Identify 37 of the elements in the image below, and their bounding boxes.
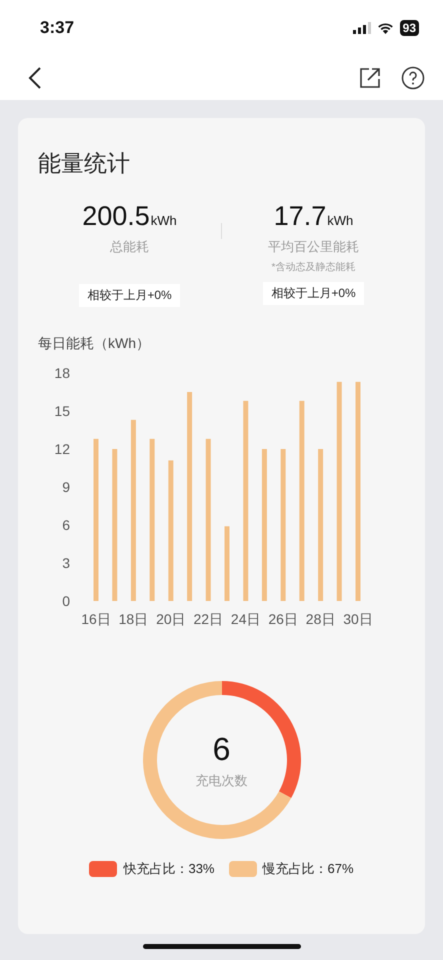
comparison-badge: 相较于上月+0%: [79, 284, 180, 307]
stat-label: 总能耗: [110, 238, 149, 256]
stat-value: 200.5kWh: [82, 201, 177, 232]
status-time: 3:37: [40, 18, 74, 38]
legend-label: 快充占比：33%: [123, 860, 214, 878]
stat-note: *含动态及静态能耗: [272, 260, 356, 274]
stat-value: 17.7 kWh: [274, 201, 354, 232]
battery-indicator: 93: [400, 20, 419, 36]
card-title: 能量统计: [38, 149, 131, 178]
x-tick-label: 24日: [230, 611, 260, 627]
chart-title: 每日能耗（kWh）: [38, 335, 151, 353]
charge-count-label: 充电次数: [196, 772, 248, 790]
help-button[interactable]: [399, 64, 427, 92]
charge-count: 6: [212, 730, 230, 768]
y-tick-label: 3: [62, 555, 70, 571]
y-tick-label: 15: [54, 403, 70, 419]
y-tick-label: 12: [54, 441, 70, 457]
x-tick-label: 18日: [118, 611, 148, 627]
comparison-badge: 相较于上月+0%: [263, 282, 364, 305]
stat-label: 平均百公里能耗: [268, 238, 359, 256]
help-icon: [401, 66, 425, 90]
y-tick-label: 0: [62, 593, 70, 609]
x-tick-label: 30日: [343, 611, 373, 627]
x-tick-label: 26日: [268, 611, 298, 627]
wifi-icon: [376, 22, 394, 34]
legend-label: 慢充占比：67%: [262, 860, 354, 878]
y-tick-label: 9: [62, 479, 70, 495]
share-icon: [359, 67, 381, 89]
x-tick-label: 16日: [81, 611, 111, 627]
back-icon: [28, 67, 42, 89]
signal-icon: [352, 22, 371, 34]
x-tick-label: 28日: [306, 611, 336, 627]
x-tick-label: 20日: [156, 611, 186, 627]
x-tick-label: 22日: [194, 611, 224, 627]
y-tick-label: 18: [54, 365, 70, 381]
share-button[interactable]: [357, 65, 383, 91]
y-tick-label: 6: [62, 517, 70, 533]
